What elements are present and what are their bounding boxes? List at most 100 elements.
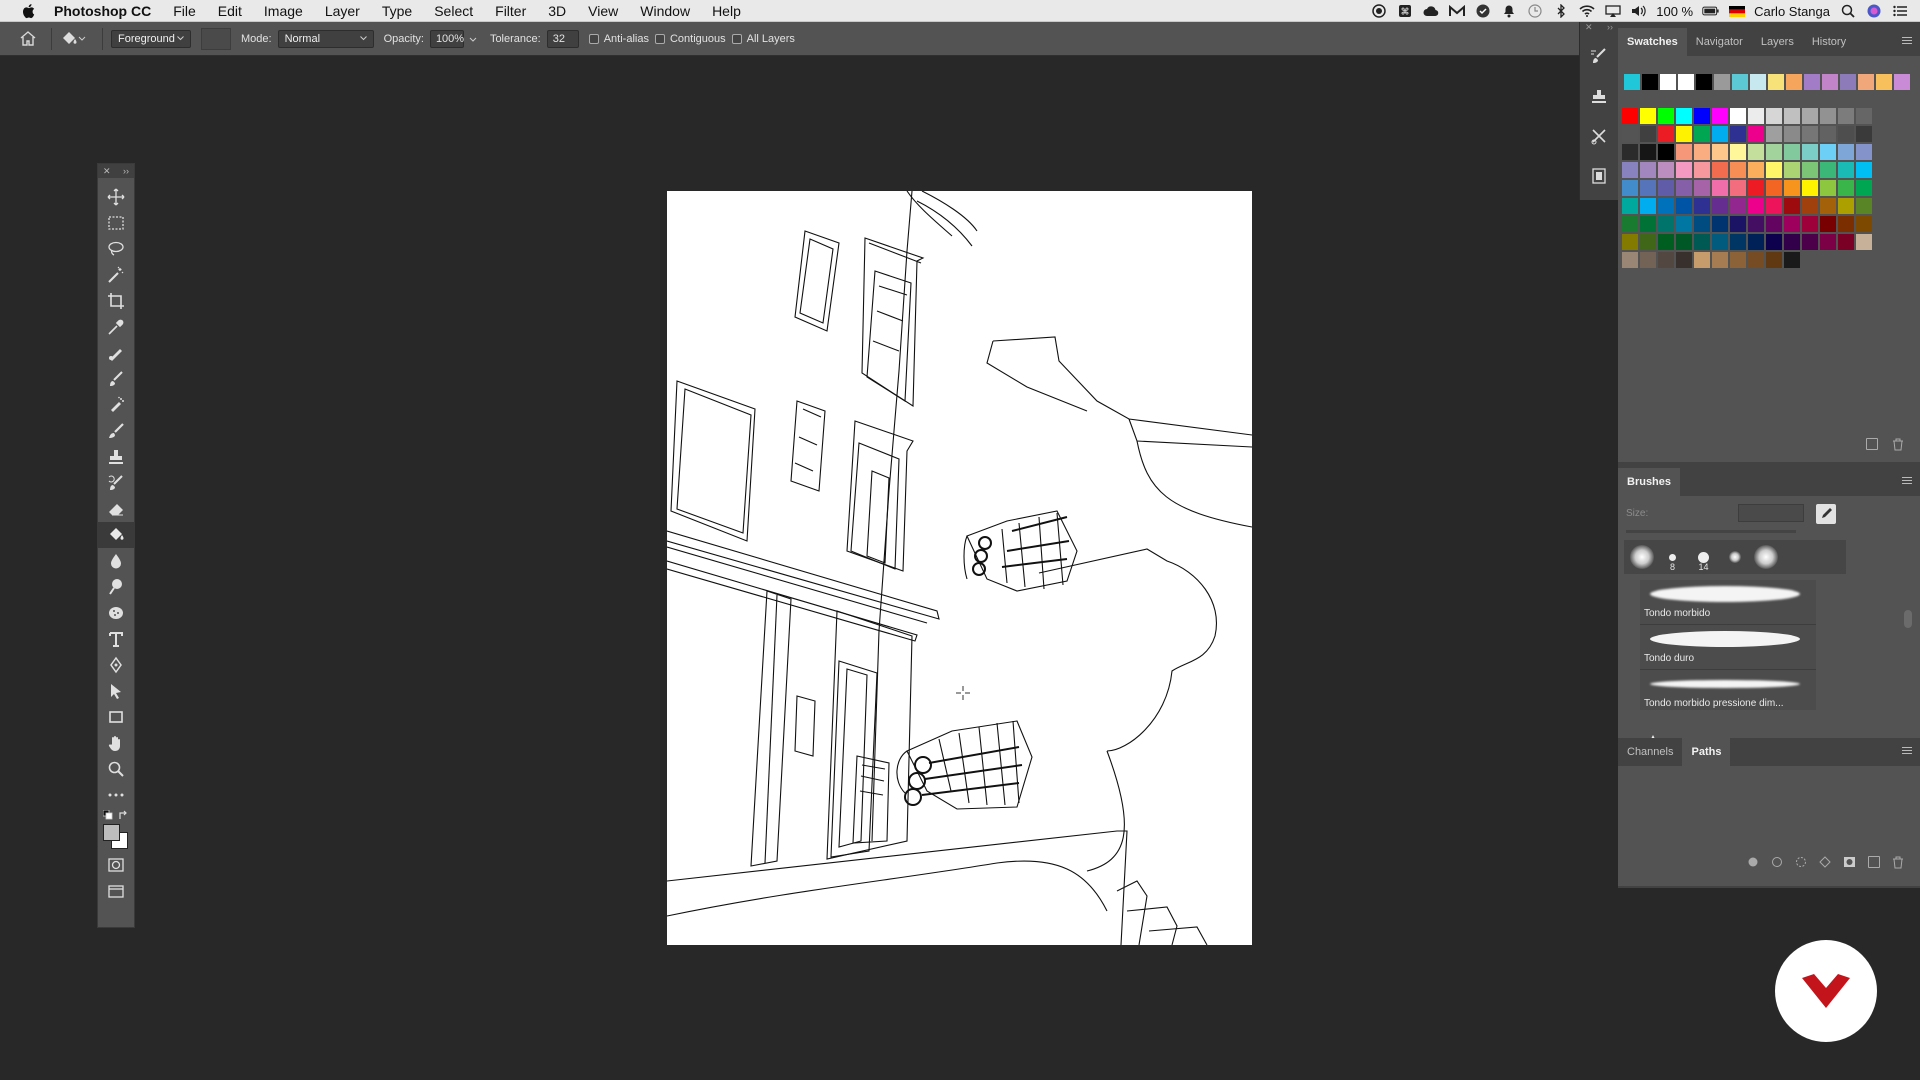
- volume-icon[interactable]: [1630, 4, 1647, 18]
- color-swatch[interactable]: [1748, 180, 1764, 196]
- color-swatch[interactable]: [1694, 144, 1710, 160]
- recent-color-swatch[interactable]: [1768, 74, 1784, 90]
- color-swatch[interactable]: [1820, 180, 1836, 196]
- load-selection-icon[interactable]: [1795, 856, 1807, 868]
- color-swatch[interactable]: [1658, 198, 1674, 214]
- color-swatch[interactable]: [1730, 162, 1746, 178]
- color-swatch[interactable]: [1766, 180, 1782, 196]
- home-icon[interactable]: [13, 24, 43, 54]
- flag-germany-icon[interactable]: [1728, 4, 1745, 18]
- color-swatch[interactable]: [1748, 144, 1764, 160]
- siri-icon[interactable]: [1865, 4, 1882, 18]
- user-name[interactable]: Carlo Stanga: [1754, 4, 1830, 19]
- color-swatch[interactable]: [1820, 126, 1836, 142]
- properties-button[interactable]: [1580, 156, 1618, 196]
- check-icon[interactable]: [1474, 4, 1491, 18]
- color-swatch[interactable]: [1820, 162, 1836, 178]
- color-swatch[interactable]: [1622, 180, 1638, 196]
- airplay-icon[interactable]: [1604, 4, 1621, 18]
- document-canvas[interactable]: [667, 191, 1252, 945]
- color-swatch[interactable]: [1622, 198, 1638, 214]
- brush-size-input[interactable]: [1738, 504, 1804, 522]
- color-swatch[interactable]: [1712, 162, 1728, 178]
- color-swatch[interactable]: [1838, 162, 1854, 178]
- tab-channels[interactable]: Channels: [1618, 738, 1682, 766]
- collapse-icon[interactable]: ››: [1607, 22, 1613, 36]
- swap-colors-icon[interactable]: [118, 810, 129, 821]
- color-swatch[interactable]: [1766, 216, 1782, 232]
- color-swatch[interactable]: [1694, 234, 1710, 250]
- color-swatch[interactable]: [1820, 234, 1836, 250]
- close-icon[interactable]: ✕: [103, 166, 111, 177]
- hand-tool[interactable]: [98, 730, 134, 756]
- recent-color-swatch[interactable]: [1732, 74, 1748, 90]
- tolerance-input[interactable]: 32: [546, 29, 579, 48]
- color-swatch[interactable]: [1694, 126, 1710, 142]
- color-swatch[interactable]: [1658, 126, 1674, 142]
- color-swatch[interactable]: [1676, 216, 1692, 232]
- new-swatch-icon[interactable]: [1866, 438, 1878, 450]
- recent-color-swatch[interactable]: [1714, 74, 1730, 90]
- color-swatch[interactable]: [1622, 144, 1638, 160]
- color-swatch[interactable]: [1640, 126, 1656, 142]
- color-swatch[interactable]: [1838, 216, 1854, 232]
- color-swatch[interactable]: [1676, 126, 1692, 142]
- dock-header[interactable]: ✕ ››: [1580, 22, 1618, 36]
- brush-settings-button[interactable]: [1580, 36, 1618, 76]
- color-swatch[interactable]: [1694, 216, 1710, 232]
- fill-source-select[interactable]: Foreground: [111, 29, 191, 48]
- menu-type[interactable]: Type: [371, 0, 423, 22]
- color-swatch[interactable]: [1622, 216, 1638, 232]
- color-swatch[interactable]: [1784, 108, 1800, 124]
- brush-size-slider[interactable]: [1626, 530, 1796, 533]
- color-swatch[interactable]: [1676, 144, 1692, 160]
- tab-layers[interactable]: Layers: [1752, 28, 1803, 56]
- color-swatch[interactable]: [1766, 108, 1782, 124]
- brush-preset[interactable]: [1721, 544, 1748, 571]
- recent-color-swatch[interactable]: [1624, 74, 1640, 90]
- default-colors-icon[interactable]: [103, 810, 113, 820]
- time-machine-icon[interactable]: [1526, 4, 1543, 18]
- color-swatch[interactable]: [1856, 126, 1872, 142]
- menu-3d[interactable]: 3D: [537, 0, 577, 22]
- color-swatch[interactable]: [1640, 252, 1656, 268]
- menu-view[interactable]: View: [577, 0, 629, 22]
- history-brush-tool[interactable]: [98, 470, 134, 496]
- recent-color-swatch[interactable]: [1696, 74, 1712, 90]
- color-swatch[interactable]: [1622, 234, 1638, 250]
- color-swatch[interactable]: [1766, 252, 1782, 268]
- color-swatch[interactable]: [1802, 162, 1818, 178]
- type-tool[interactable]: [98, 626, 134, 652]
- color-swatch[interactable]: [1838, 144, 1854, 160]
- color-swatch[interactable]: [1766, 144, 1782, 160]
- color-swatch[interactable]: [1712, 234, 1728, 250]
- new-path-icon[interactable]: [1868, 856, 1880, 868]
- eraser-tool[interactable]: [98, 496, 134, 522]
- color-swatch[interactable]: [1838, 180, 1854, 196]
- color-swatch[interactable]: [1856, 162, 1872, 178]
- color-swatch[interactable]: [1802, 180, 1818, 196]
- tab-history[interactable]: History: [1803, 28, 1855, 56]
- color-swatch[interactable]: [1712, 198, 1728, 214]
- color-swatch[interactable]: [1658, 162, 1674, 178]
- clone-source-button[interactable]: [1580, 76, 1618, 116]
- color-swatch[interactable]: [1622, 108, 1638, 124]
- notifications-icon[interactable]: [1500, 4, 1517, 18]
- menu-edit[interactable]: Edit: [207, 0, 253, 22]
- trash-icon[interactable]: [1892, 438, 1904, 451]
- color-swatch[interactable]: [1784, 252, 1800, 268]
- brush-item[interactable]: Tondo duro: [1640, 625, 1816, 670]
- anti-alias-checkbox[interactable]: Anti-alias: [588, 33, 649, 45]
- color-swatch[interactable]: [1640, 234, 1656, 250]
- color-swatch[interactable]: [1820, 108, 1836, 124]
- menu-layer[interactable]: Layer: [314, 0, 371, 22]
- menu-window[interactable]: Window: [629, 0, 701, 22]
- color-swatch[interactable]: [1730, 198, 1746, 214]
- color-swatch[interactable]: [1658, 108, 1674, 124]
- tab-brushes[interactable]: Brushes: [1618, 468, 1681, 496]
- fill-path-icon[interactable]: [1747, 856, 1759, 868]
- tab-navigator[interactable]: Navigator: [1687, 28, 1752, 56]
- color-swatch[interactable]: [1766, 162, 1782, 178]
- recent-color-swatch[interactable]: [1678, 74, 1694, 90]
- brush-preset[interactable]: 14: [1690, 544, 1717, 572]
